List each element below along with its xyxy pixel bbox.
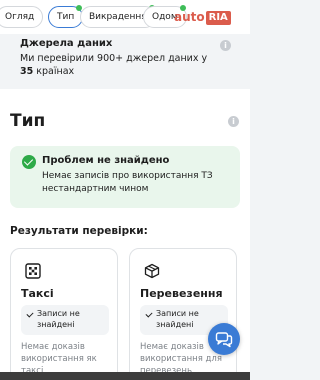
tab-bar: Огляд Тип Викрадення Одом auto RIA xyxy=(0,0,250,34)
tab-overview-label: Огляд xyxy=(5,12,35,22)
card-title: Таксі xyxy=(21,287,54,300)
taxi-icon xyxy=(25,263,41,279)
sources-text: Ми перевірили 900+ джерел даних у 35 кра… xyxy=(20,53,208,77)
results-label: Результати перевірки: xyxy=(10,225,148,237)
info-icon[interactable]: i xyxy=(228,116,239,127)
chat-icon xyxy=(215,332,233,348)
box-icon xyxy=(144,263,160,279)
autoria-logo: auto RIA xyxy=(174,6,248,28)
check-icon xyxy=(26,310,34,318)
tab-overview[interactable]: Огляд xyxy=(0,6,44,28)
card-title: Перевезення xyxy=(140,287,223,300)
section-title: Тип xyxy=(10,111,46,131)
result-card-transport[interactable]: Перевезення Записи не знайдені Немає док… xyxy=(129,248,237,380)
alert-text: Немає записів про використання ТЗ нестан… xyxy=(42,171,213,194)
tab-type[interactable]: Тип xyxy=(48,5,84,28)
check-circle-icon xyxy=(22,155,36,169)
tab-theft-label: Викрадення xyxy=(89,12,147,22)
chat-button[interactable] xyxy=(208,323,240,355)
no-problems-alert: Проблем не знайдено Немає записів про ви… xyxy=(10,146,240,208)
divider xyxy=(0,89,250,101)
info-icon[interactable]: i xyxy=(220,40,231,51)
data-sources-card: Джерела даних Ми перевірили 900+ джерел … xyxy=(0,34,250,89)
bottom-bar xyxy=(0,372,250,380)
badge-text: Записи не знайдені xyxy=(37,309,80,329)
result-card-taxi[interactable]: Таксі Записи не знайдені Немає доказів в… xyxy=(10,248,118,380)
status-badge: Записи не знайдені xyxy=(21,305,109,335)
sources-title: Джерела даних xyxy=(20,38,113,49)
check-icon xyxy=(145,310,153,318)
tab-type-label: Тип xyxy=(57,12,75,22)
alert-title: Проблем не знайдено xyxy=(42,155,170,166)
